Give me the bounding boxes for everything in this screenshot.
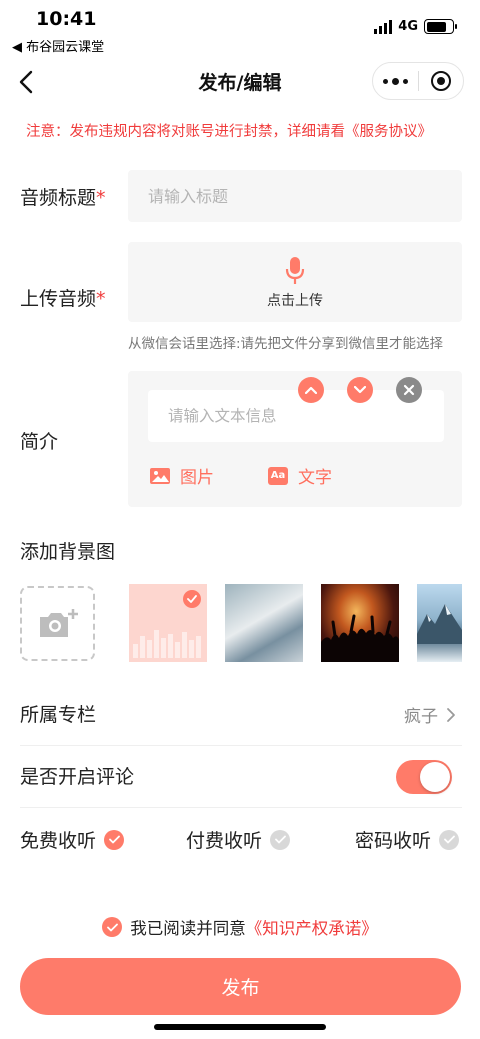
background-option-4[interactable] — [417, 584, 462, 662]
add-image-button[interactable]: 图片 — [150, 463, 214, 488]
agreement-checkbox[interactable] — [102, 917, 123, 937]
chevron-down-icon — [354, 386, 366, 394]
back-to-app-link[interactable]: ◀ 布谷园云课堂 — [12, 36, 104, 55]
target-icon — [430, 71, 451, 91]
unchecked-icon — [439, 829, 460, 850]
text-icon: Aa — [268, 466, 288, 485]
add-text-label: 文字 — [298, 468, 332, 488]
option-label: 免费收听 — [20, 830, 97, 852]
intro-editor: 图片 Aa 文字 — [128, 371, 462, 507]
microphone-icon — [285, 257, 305, 284]
agreement-row: 我已阅读并同意《知识产权承诺》 — [0, 915, 480, 939]
check-icon — [106, 923, 118, 931]
background-option-3[interactable] — [321, 584, 399, 662]
comments-label: 是否开启评论 — [20, 766, 135, 788]
option-label: 密码收听 — [355, 830, 432, 852]
title-input[interactable] — [128, 170, 462, 222]
comments-row: 是否开启评论 — [20, 746, 462, 808]
selected-check-icon — [183, 590, 201, 608]
close-icon — [403, 384, 415, 396]
camera-add-icon — [39, 608, 78, 637]
checked-icon — [104, 829, 125, 850]
required-mark: * — [96, 187, 106, 209]
network-type: 4G — [398, 19, 418, 34]
mountain-image — [417, 604, 462, 644]
add-image-label: 图片 — [180, 468, 214, 488]
delete-block-button[interactable] — [396, 377, 422, 403]
violation-notice[interactable]: 注意：发布违规内容将对账号进行封禁，详细请看《服务协议》 — [26, 120, 432, 141]
move-up-button[interactable] — [298, 377, 324, 403]
option-free-listen[interactable]: 免费收听 — [20, 826, 125, 853]
agreement-link[interactable]: 《知识产权承诺》 — [246, 919, 378, 938]
status-bar: 10:41 ◀ 布谷园云课堂 4G — [0, 0, 480, 56]
nav-bar: 发布/编辑 — [0, 56, 480, 108]
required-mark: * — [96, 288, 106, 310]
agreement-text: 我已阅读并同意 — [130, 919, 246, 938]
add-background-button[interactable] — [20, 586, 95, 661]
home-indicator — [154, 1024, 326, 1030]
concert-crowd-image — [321, 614, 399, 662]
option-paid-listen[interactable]: 付费收听 — [186, 826, 291, 853]
title-label: 音频标题* — [20, 187, 106, 209]
close-miniprogram-button[interactable] — [418, 63, 463, 99]
comments-toggle[interactable] — [396, 760, 452, 794]
chevron-right-icon — [447, 708, 455, 722]
signal-icon — [374, 19, 393, 34]
column-selector[interactable]: 所属专栏 疯子 — [20, 684, 462, 746]
image-icon — [150, 467, 170, 484]
unchecked-icon — [270, 829, 291, 850]
more-icon[interactable] — [373, 63, 418, 99]
chevron-up-icon — [305, 386, 317, 394]
background-option-1[interactable] — [129, 584, 207, 662]
column-value: 疯子 — [404, 707, 438, 727]
publish-button[interactable]: 发布 — [20, 958, 461, 1015]
miniprogram-capsule — [372, 62, 464, 100]
toggle-knob — [420, 762, 450, 792]
battery-icon — [424, 19, 457, 34]
intro-label: 简介 — [20, 431, 59, 453]
status-indicators: 4G — [374, 19, 457, 34]
upload-audio-button[interactable]: 点击上传 — [128, 242, 462, 322]
add-text-button[interactable]: Aa 文字 — [268, 463, 332, 488]
background-title: 添加背景图 — [20, 541, 116, 563]
background-option-2[interactable] — [225, 584, 303, 662]
upload-hint: 从微信会话里选择:请先把文件分享到微信里才能选择 — [128, 336, 444, 352]
column-label: 所属专栏 — [20, 704, 97, 726]
status-time: 10:41 — [36, 8, 97, 30]
upload-text: 点击上传 — [267, 293, 323, 309]
option-password-listen[interactable]: 密码收听 — [355, 826, 460, 853]
move-down-button[interactable] — [347, 377, 373, 403]
option-label: 付费收听 — [186, 830, 263, 852]
upload-label: 上传音频* — [20, 288, 106, 310]
